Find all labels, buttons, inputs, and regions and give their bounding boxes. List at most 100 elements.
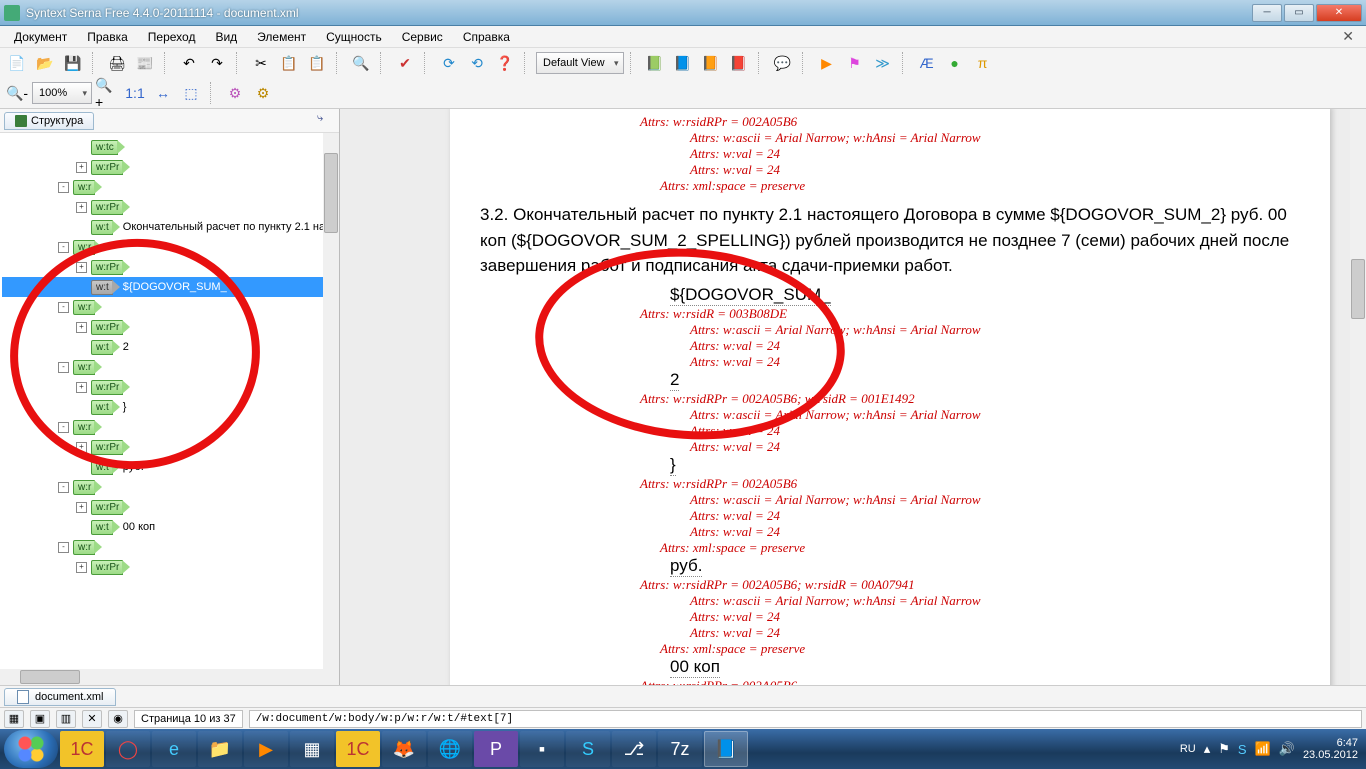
minimize-button[interactable]: ─ [1252,4,1282,22]
tree-node[interactable]: w:t2 [2,337,337,357]
taskbar-app-phpstorm[interactable]: P [474,731,518,767]
tree-node[interactable]: +w:rPr [2,437,337,457]
taskbar-app-wmp[interactable]: ▶ [244,731,288,767]
cut-button[interactable]: ✂ [248,50,274,76]
fit-11-button[interactable]: 1:1 [122,80,148,106]
pi-button[interactable]: π [970,50,996,76]
validate-button[interactable]: ⟲ [464,50,490,76]
zoom-out-button[interactable]: 🔍- [4,80,30,106]
taskbar-app-1c[interactable]: 1C [60,731,104,767]
tray-clock[interactable]: 6:47 23.05.2012 [1303,737,1358,761]
taskbar-app-1c2[interactable]: 1C [336,731,380,767]
status-icon5[interactable]: ◉ [108,710,128,728]
tree-node[interactable]: -w:r [2,177,337,197]
tree-toggle[interactable]: - [58,242,69,253]
print-button[interactable]: 🖨 [104,50,130,76]
plugin1-button[interactable]: ⚙ [222,80,248,106]
tree-node[interactable]: -w:r [2,417,337,437]
taskbar-app-console[interactable]: ▪ [520,731,564,767]
insert-el-button[interactable]: 📗 [642,50,668,76]
taskbar-app-totalcmd[interactable]: ▦ [290,731,334,767]
tree-node[interactable]: w:t} [2,397,337,417]
structure-options-button[interactable]: ⤷ [317,112,335,130]
structure-tree[interactable]: w:tc+w:rPr-w:r+w:rPrw:tОкончательный рас… [0,133,339,669]
tree-toggle[interactable]: + [76,262,87,273]
start-button[interactable] [4,730,58,768]
tray-flag-icon[interactable]: ⚑ [1218,741,1230,757]
tree-node[interactable]: +w:rPr [2,377,337,397]
document-tab[interactable]: document.xml [4,688,116,706]
taskbar-app-chrome[interactable]: 🌐 [428,731,472,767]
tree-toggle[interactable]: - [58,302,69,313]
menu-service[interactable]: Сервис [394,28,451,46]
tree-node[interactable]: +w:rPr [2,557,337,577]
taskbar-app-git[interactable]: ⎇ [612,731,656,767]
tree-node[interactable]: w:tОкончательный расчет по пункту 2.1 на… [2,217,337,237]
taskbar-app-ie[interactable]: e [152,731,196,767]
menu-navigate[interactable]: Переход [140,28,204,46]
status-icon4[interactable]: ✕ [82,710,102,728]
tree-toggle[interactable]: + [76,162,87,173]
menu-entity[interactable]: Сущность [318,28,390,46]
help-button[interactable]: ❓ [492,50,518,76]
entity-button[interactable]: ● [942,50,968,76]
tree-toggle[interactable]: + [76,202,87,213]
tree-node[interactable]: w:t00 коп [2,517,337,537]
reload-button[interactable]: ⟳ [436,50,462,76]
tree-node[interactable]: +w:rPr [2,157,337,177]
zoom-in-button[interactable]: 🔍+ [94,80,120,106]
copy-button[interactable]: 📋 [276,50,302,76]
status-icon2[interactable]: ▣ [30,710,50,728]
close-button[interactable]: ✕ [1316,4,1362,22]
new-button[interactable]: 📄 [4,50,30,76]
tree-node[interactable]: +w:rPr [2,257,337,277]
tree-toggle[interactable]: + [76,322,87,333]
play-button[interactable]: ▶ [814,50,840,76]
plugin2-button[interactable]: ⚙ [250,80,276,106]
print-preview-button[interactable]: 📰 [132,50,158,76]
tree-node[interactable]: -w:r [2,477,337,497]
view-combo[interactable]: Default View [536,52,624,74]
tree-toggle[interactable]: - [58,542,69,553]
undo-button[interactable]: ↶ [176,50,202,76]
taskbar-app-opera[interactable]: ◯ [106,731,150,767]
tree-node[interactable]: +w:rPr [2,197,337,217]
taskbar-app-explorer[interactable]: 📁 [198,731,242,767]
menubar-close-button[interactable]: ✕ [1336,28,1360,45]
redo-button[interactable]: ↷ [204,50,230,76]
tree-toggle[interactable]: + [76,502,87,513]
tree-hscrollbar[interactable] [0,669,339,685]
maximize-button[interactable]: ▭ [1284,4,1314,22]
attr-button[interactable]: Æ [914,50,940,76]
tree-node[interactable]: +w:rPr [2,497,337,517]
tree-node[interactable]: w:tруб. [2,457,337,477]
tree-node[interactable]: w:t${DOGOVOR_SUM_ [2,277,337,297]
fit-page-button[interactable]: ⬚ [178,80,204,106]
tree-toggle[interactable]: + [76,382,87,393]
wrap-button[interactable]: 📙 [698,50,724,76]
tray-sound-icon[interactable]: 🔊 [1279,741,1295,757]
taskbar-app-firefox[interactable]: 🦊 [382,731,426,767]
taskbar-app-skype[interactable]: S [566,731,610,767]
flag-button[interactable]: ⚑ [842,50,868,76]
tree-node[interactable]: -w:r [2,237,337,257]
tree-node[interactable]: -w:r [2,537,337,557]
menu-edit[interactable]: Правка [79,28,136,46]
comment-button[interactable]: 💬 [770,50,796,76]
tree-toggle[interactable]: - [58,482,69,493]
menu-document[interactable]: Документ [6,28,75,46]
tree-toggle[interactable]: + [76,562,87,573]
tree-node[interactable]: +w:rPr [2,317,337,337]
structure-tab[interactable]: Структура [4,112,94,130]
menu-help[interactable]: Справка [455,28,518,46]
tree-vscrollbar[interactable] [323,133,339,669]
tray-network-icon[interactable]: 📶 [1255,741,1271,757]
find-button[interactable]: 🔍 [348,50,374,76]
tree-toggle[interactable]: - [58,182,69,193]
tray-lang[interactable]: RU [1180,743,1196,755]
content-vscrollbar[interactable] [1350,109,1366,685]
fit-width-button[interactable]: ↔ [150,80,176,106]
tray-skype-icon[interactable]: S [1238,742,1247,757]
document-viewport[interactable]: Attrs: w:rsidRPr = 002A05B6Attrs: w:asci… [340,109,1366,685]
tree-toggle[interactable]: + [76,442,87,453]
